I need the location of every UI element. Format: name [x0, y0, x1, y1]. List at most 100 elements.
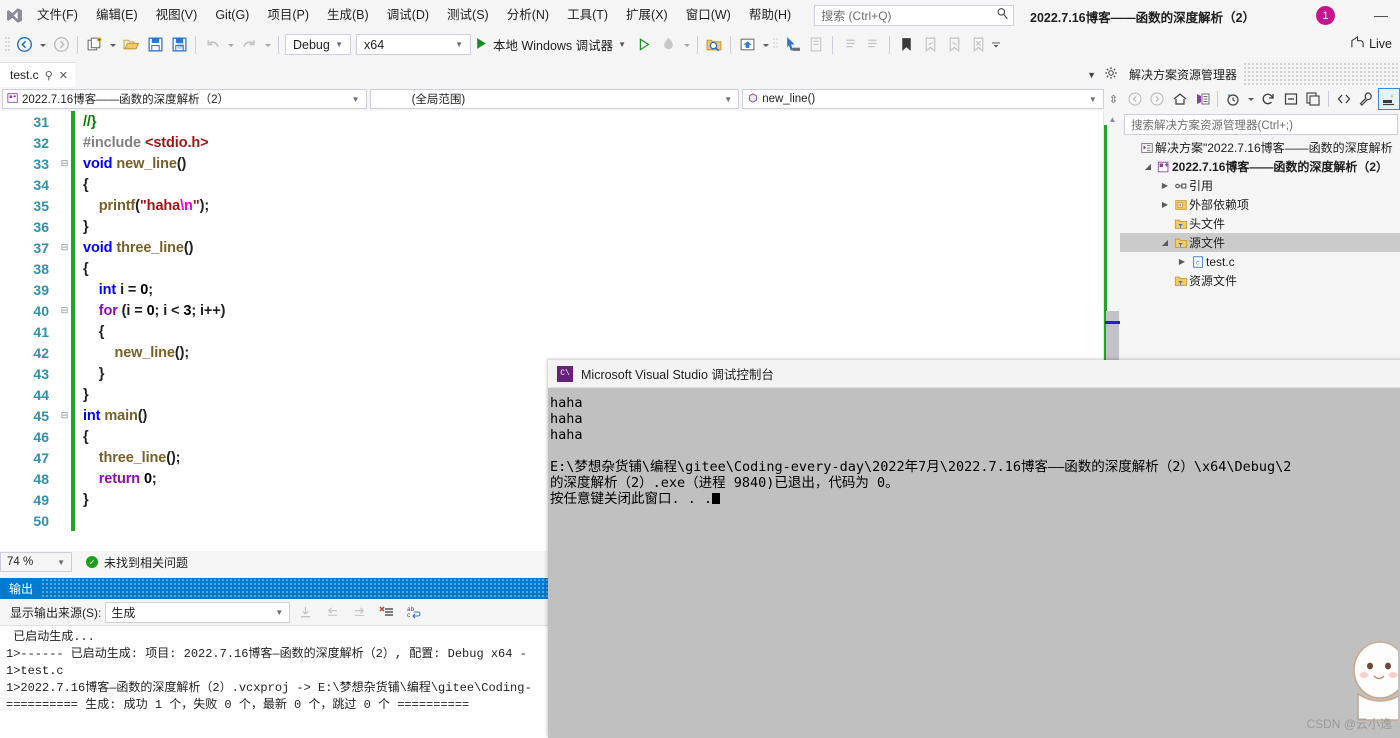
start-without-debugging-icon[interactable]	[632, 34, 656, 56]
menu-tools[interactable]: 工具(T)	[558, 3, 617, 27]
code-line[interactable]: 46 {	[0, 426, 225, 447]
toolbar-overflow-icon[interactable]	[990, 34, 1003, 56]
search-input[interactable]: 搜索 (Ctrl+Q)	[814, 4, 1015, 26]
issue-status[interactable]: ✓ 未找到相关问题	[86, 554, 188, 571]
editor-tab-test-c[interactable]: test.c ⚲ ✕	[0, 62, 75, 87]
code-line[interactable]: 42 new_line();	[0, 342, 225, 363]
forward-button[interactable]	[1147, 88, 1169, 110]
menu-window[interactable]: 窗口(W)	[677, 3, 740, 27]
navigate-forward-button[interactable]	[49, 34, 73, 56]
code-line[interactable]: 33 ⊟ void new_line()	[0, 153, 225, 174]
search-in-files-icon[interactable]	[702, 34, 726, 56]
code-line[interactable]: 38 {	[0, 258, 225, 279]
code-line[interactable]: 50	[0, 510, 225, 531]
split-view-icon[interactable]: ⇳	[1107, 93, 1120, 106]
menu-build[interactable]: 生成(B)	[318, 3, 378, 27]
new-project-icon[interactable]	[82, 34, 106, 56]
menu-git[interactable]: Git(G)	[206, 3, 258, 27]
solution-explorer-icon[interactable]	[735, 34, 759, 56]
panel-drag-handle[interactable]	[1243, 62, 1400, 86]
code-line[interactable]: 41 {	[0, 321, 225, 342]
start-debugging-button[interactable]: 本地 Windows 调试器 ▼	[471, 34, 632, 56]
code-line[interactable]: 47 three_line();	[0, 447, 225, 468]
save-icon[interactable]	[143, 34, 167, 56]
menu-help[interactable]: 帮助(H)	[740, 3, 800, 27]
nav-member-select[interactable]: new_line() ▼	[742, 89, 1104, 109]
live-share-button[interactable]: Live	[1350, 35, 1392, 53]
undo-icon[interactable]	[200, 34, 224, 56]
clear-output-icon[interactable]	[375, 602, 398, 623]
tree-item-resource-files[interactable]: 资源文件	[1120, 271, 1400, 290]
solution-explorer-dropdown-icon[interactable]	[759, 34, 772, 56]
tree-item-external-dependencies[interactable]: ▶ 外部依赖项	[1120, 195, 1400, 214]
clear-bookmarks-icon[interactable]	[966, 34, 990, 56]
code-line[interactable]: 39 int i = 0;	[0, 279, 225, 300]
tree-item-references[interactable]: ▶ 引用	[1120, 176, 1400, 195]
code-line[interactable]: 34 {	[0, 174, 225, 195]
tree-item-solution[interactable]: 解决方案"2022.7.16博客——函数的深度解析	[1120, 138, 1400, 157]
fold-marker-icon[interactable]: ⊟	[58, 305, 71, 316]
fold-marker-icon[interactable]: ⊟	[58, 410, 71, 421]
properties-icon[interactable]	[1356, 88, 1378, 110]
chevron-expanded-icon[interactable]: ◢	[1141, 162, 1155, 171]
code-line[interactable]: 45 ⊟ int main()	[0, 405, 225, 426]
tree-item-project[interactable]: ◢ 2022.7.16博客——函数的深度解析（2）	[1120, 157, 1400, 176]
chevron-down-icon[interactable]: ▼	[618, 40, 626, 49]
menu-project[interactable]: 项目(P)	[258, 3, 318, 27]
preview-selected-items-icon[interactable]	[1378, 88, 1400, 110]
avatar[interactable]: 1	[1316, 6, 1335, 25]
tree-item-test-c[interactable]: ▶ c test.c	[1120, 252, 1400, 271]
tree-item-header-files[interactable]: 头文件	[1120, 214, 1400, 233]
pin-icon[interactable]: ⚲	[45, 69, 53, 82]
redo-dropdown-icon[interactable]	[261, 34, 274, 56]
save-all-icon[interactable]	[167, 34, 191, 56]
output-source-select[interactable]: 生成 ▼	[105, 601, 291, 623]
toolbar-grip-2[interactable]	[772, 36, 780, 54]
pointer-select-icon[interactable]	[780, 34, 804, 56]
zoom-level-select[interactable]: 74 % ▼	[0, 552, 72, 572]
chevron-collapsed-icon[interactable]: ▶	[1158, 181, 1172, 190]
navigate-backward-button[interactable]	[12, 34, 36, 56]
home-button[interactable]	[1169, 88, 1191, 110]
solution-explorer-title-bar[interactable]: 解决方案资源管理器	[1120, 62, 1400, 86]
toggle-bookmark-icon[interactable]	[894, 34, 918, 56]
previous-bookmark-icon[interactable]	[918, 34, 942, 56]
chevron-collapsed-icon[interactable]: ▶	[1175, 257, 1189, 266]
code-line[interactable]: 48 return 0;	[0, 468, 225, 489]
tree-item-source-files[interactable]: ◢ 源文件	[1120, 233, 1400, 252]
console-title-bar[interactable]: C\ Microsoft Visual Studio 调试控制台	[548, 360, 1400, 388]
gear-icon[interactable]	[1104, 66, 1118, 83]
pending-changes-dropdown-icon[interactable]	[1245, 88, 1256, 110]
hot-reload-icon[interactable]	[656, 34, 680, 56]
menu-test[interactable]: 测试(S)	[438, 3, 498, 27]
next-bookmark-icon[interactable]	[942, 34, 966, 56]
menu-file[interactable]: 文件(F)	[28, 3, 87, 27]
chevron-expanded-icon[interactable]: ◢	[1158, 238, 1172, 247]
menu-bar[interactable]: 文件(F) 编辑(E) 视图(V) Git(G) 项目(P) 生成(B) 调试(…	[28, 0, 800, 30]
refresh-icon[interactable]	[1257, 88, 1279, 110]
solution-explorer-view-icon[interactable]	[1192, 88, 1214, 110]
menu-view[interactable]: 视图(V)	[147, 3, 207, 27]
code-line[interactable]: 44}	[0, 384, 225, 405]
collapse-all-icon[interactable]	[1280, 88, 1302, 110]
code-line[interactable]: 40 ⊟ for (i = 0; i < 3; i++)	[0, 300, 225, 321]
chevron-collapsed-icon[interactable]: ▶	[1158, 200, 1172, 209]
toggle-word-wrap-icon[interactable]: ab c	[402, 602, 425, 623]
show-all-files-icon[interactable]	[1302, 88, 1324, 110]
back-button[interactable]	[1124, 88, 1146, 110]
next-message-icon[interactable]	[348, 602, 371, 623]
solution-explorer-search-input[interactable]: 搜索解决方案资源管理器(Ctrl+;)	[1124, 114, 1398, 135]
code-line[interactable]: 49}	[0, 489, 225, 510]
comment-lines-icon[interactable]	[837, 34, 861, 56]
code-line[interactable]: 37 ⊟ void three_line()	[0, 237, 225, 258]
code-line[interactable]: 35 printf("haha\n");	[0, 195, 225, 216]
nav-project-select[interactable]: 2022.7.16博客——函数的深度解析（2） ▼	[2, 89, 367, 109]
menu-edit[interactable]: 编辑(E)	[87, 3, 147, 27]
go-to-message-icon[interactable]	[294, 602, 317, 623]
code-line[interactable]: 43 }	[0, 363, 225, 384]
chevron-down-icon[interactable]: ▼	[1087, 70, 1096, 80]
minimize-button[interactable]: —	[1370, 6, 1392, 24]
hot-reload-dropdown-icon[interactable]	[680, 34, 693, 56]
open-file-icon[interactable]	[119, 34, 143, 56]
undo-dropdown-icon[interactable]	[224, 34, 237, 56]
